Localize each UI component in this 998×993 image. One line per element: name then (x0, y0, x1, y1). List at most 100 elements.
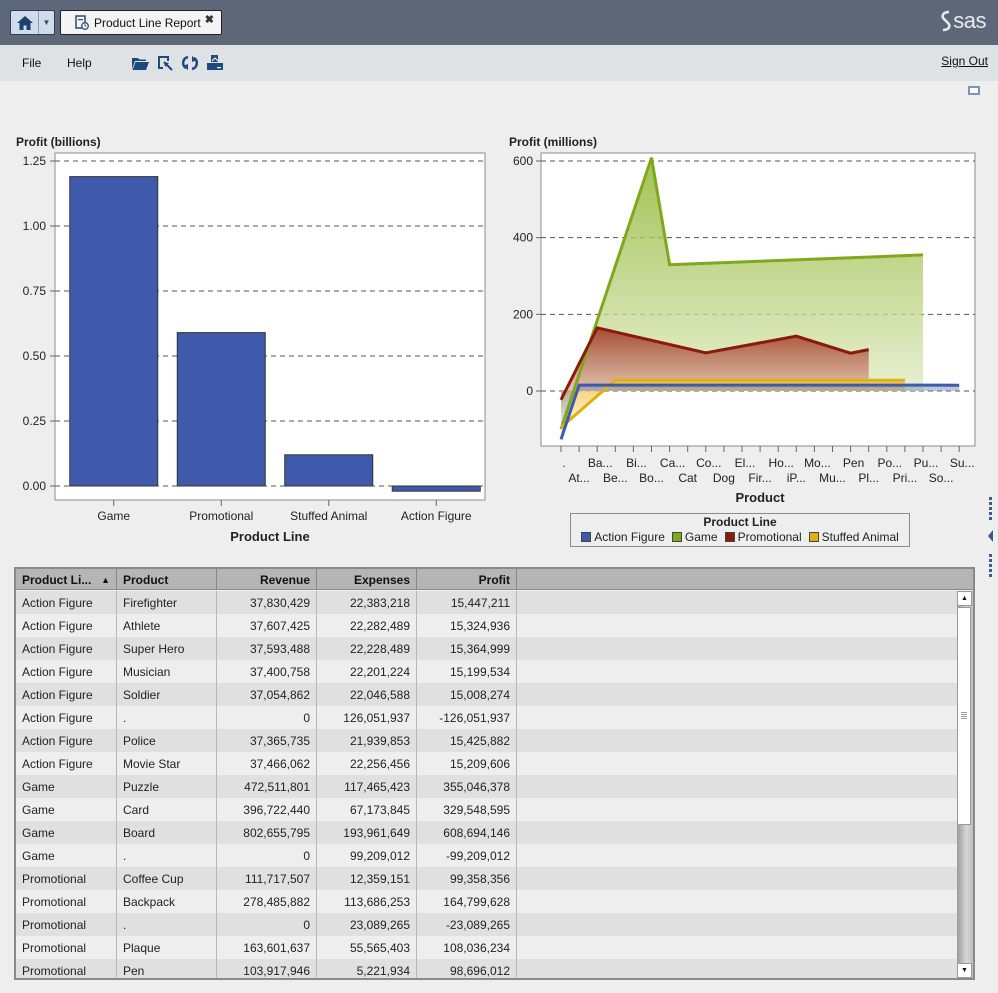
sign-out-link[interactable]: Sign Out (941, 54, 988, 68)
x-tick-label: El... (735, 456, 756, 470)
x-tick-label: Game (97, 509, 130, 523)
tab-product-line-report[interactable]: Product Line Report ✖ (60, 10, 222, 35)
table-row[interactable]: Game Board 802,655,795 193,961,649 608,694,1… (16, 821, 957, 844)
cell-product-line: Action Figure (16, 706, 117, 729)
cell-expenses: 23,089,265 (317, 913, 417, 936)
table-row[interactable]: Action Figure Movie Star 37,466,062 22,256,… (16, 752, 957, 775)
y-tick-label: 0.25 (23, 414, 47, 428)
cell-revenue: 0 (217, 913, 317, 936)
cell-product: Firefighter (117, 591, 217, 614)
cell-product-line: Game (16, 844, 117, 867)
x-tick-label: Pen (843, 456, 864, 470)
table-row[interactable]: Action Figure Soldier 37,054,862 22,046,588… (16, 683, 957, 706)
cell-revenue: 111,717,507 (217, 867, 317, 890)
scroll-up-button[interactable]: ▲ (957, 591, 972, 606)
cell-product: . (117, 913, 217, 936)
cell-product-line: Action Figure (16, 591, 117, 614)
cell-profit: -126,051,937 (417, 706, 517, 729)
panel-resize-handle[interactable] (988, 497, 994, 580)
cell-expenses: 193,961,649 (317, 821, 417, 844)
y-tick-label: 1.25 (23, 154, 47, 168)
table-row[interactable]: Action Figure Super Hero 37,593,488 22,228,… (16, 637, 957, 660)
cell-product-line: Game (16, 775, 117, 798)
table-row[interactable]: Promotional Backpack 278,485,882 113,686,25… (16, 890, 957, 913)
home-button[interactable] (11, 11, 39, 34)
x-tick-label: Pri... (893, 471, 918, 485)
y-tick-label: 400 (513, 231, 533, 245)
home-button-group[interactable]: ▼ (10, 10, 55, 35)
maximize-icon[interactable] (968, 86, 980, 95)
select-icon[interactable] (156, 54, 174, 72)
table-row[interactable]: Promotional Coffee Cup 111,717,507 12,359,1… (16, 867, 957, 890)
cell-product: Pen (117, 959, 217, 978)
cell-expenses: 22,383,218 (317, 591, 417, 614)
legend-item: Stuffed Animal (808, 530, 899, 544)
x-tick-label: iP... (787, 471, 806, 485)
open-folder-icon[interactable] (131, 54, 149, 72)
header-filler (517, 569, 973, 589)
y-tick-label: 200 (513, 307, 533, 321)
refresh-icon[interactable] (181, 54, 199, 72)
y-tick-label: 0 (526, 384, 533, 398)
column-header-product[interactable]: Product (117, 569, 217, 590)
table-row[interactable]: Promotional Plaque 163,601,637 55,565,403 10… (16, 936, 957, 959)
print-icon[interactable] (206, 54, 224, 72)
cell-product-line: Promotional (16, 867, 117, 890)
table-row[interactable]: Action Figure Athlete 37,607,425 22,282,489… (16, 614, 957, 637)
column-header-product-line[interactable]: Product Li... ▲ (16, 569, 117, 590)
table-row[interactable]: Action Figure Police 37,365,735 21,939,853 1… (16, 729, 957, 752)
cell-revenue: 802,655,795 (217, 821, 317, 844)
cell-product: Board (117, 821, 217, 844)
legend-items: Action Figure Game Promotional Stuffed Anim… (571, 530, 909, 544)
cell-profit: -23,089,265 (417, 913, 517, 936)
table-row[interactable]: Promotional. 0 23,089,265 -23,089,265 (16, 913, 957, 936)
legend-label: Stuffed Animal (821, 530, 899, 544)
cell-product-line: Action Figure (16, 683, 117, 706)
sort-ascending-icon: ▲ (101, 575, 110, 585)
cell-product: Soldier (117, 683, 217, 706)
x-tick-label: . (562, 456, 565, 470)
menu-file[interactable]: File (22, 56, 41, 70)
close-tab-icon[interactable]: ✖ (205, 13, 214, 26)
cell-product: Puzzle (117, 775, 217, 798)
home-menu-dropdown[interactable]: ▼ (39, 11, 54, 34)
cell-revenue: 278,485,882 (217, 890, 317, 913)
cell-product: Coffee Cup (117, 867, 217, 890)
cell-expenses: 55,565,403 (317, 936, 417, 959)
column-header-profit[interactable]: Profit (417, 569, 517, 590)
x-tick-label: Ca... (660, 456, 685, 470)
x-tick-label: Fir... (748, 471, 771, 485)
table-row[interactable]: Action Figure Musician 37,400,758 22,201,22… (16, 660, 957, 683)
cell-product-line: Promotional (16, 890, 117, 913)
menu-help[interactable]: Help (67, 56, 92, 70)
legend-label: Promotional (737, 530, 802, 544)
chevron-down-icon: ▼ (42, 18, 51, 27)
cell-product-line: Promotional (16, 959, 117, 978)
brand-name: sas (953, 8, 986, 33)
area-chart: 0 200 400 600.At...Ba...Be...Bi...Bo...Ca..… (513, 152, 976, 485)
cell-product: Police (117, 729, 217, 752)
scroll-thumb[interactable] (957, 607, 971, 825)
scroll-down-button[interactable]: ▼ (957, 963, 972, 978)
table-row[interactable]: Game. 0 99,209,012 -99,209,012 (16, 844, 957, 867)
table-row[interactable]: Game Card 396,722,440 67,173,845 329,548,595 (16, 798, 957, 821)
table-row[interactable]: Game Puzzle 472,511,801 117,465,423 355,046,… (16, 775, 957, 798)
cell-revenue: 37,466,062 (217, 752, 317, 775)
column-header-expenses[interactable]: Expenses (317, 569, 417, 590)
column-header-revenue[interactable]: Revenue (217, 569, 317, 590)
table-row[interactable]: Promotional Pen 103,917,946 5,221,934 98,696… (16, 959, 957, 978)
top-bar: ▼ Product Line Report ✖ sas (0, 0, 998, 45)
collapse-arrow-icon (988, 530, 993, 542)
legend-swatch (581, 532, 592, 542)
x-tick-label: So... (929, 471, 954, 485)
cell-product-line: Action Figure (16, 660, 117, 683)
cell-product-line: Action Figure (16, 637, 117, 660)
table-row[interactable]: Action Figure. 0 126,051,937 -126,051,937 (16, 706, 957, 729)
x-tick-label: Pu... (914, 456, 939, 470)
x-tick-label: Bo... (639, 471, 664, 485)
vertical-scrollbar[interactable]: ▲ ▼ (957, 591, 973, 978)
y-tick-label: 0.50 (23, 349, 47, 363)
x-tick-label: At... (568, 471, 589, 485)
table-row[interactable]: Action Figure Firefighter 37,830,429 22,383… (16, 591, 957, 614)
grip-dots-icon (988, 497, 993, 577)
